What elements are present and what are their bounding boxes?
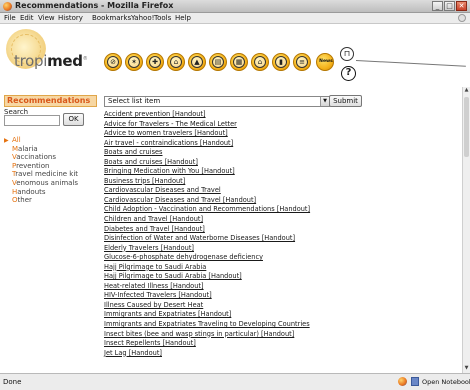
list-item[interactable]: Immigrants and Expatriates [Handout] <box>104 310 454 320</box>
lock-icon[interactable]: ⊓ <box>340 47 354 61</box>
list-item[interactable]: Cardiovascular Diseases and Travel <box>104 186 454 196</box>
status-bar: Done Open Notebook <box>0 373 470 390</box>
search-input[interactable] <box>4 115 60 126</box>
menubar: File Edit View History Bookmarks Yahoo! … <box>0 13 470 24</box>
close-button[interactable]: ✕ <box>456 1 467 11</box>
list-item[interactable]: Advice for Travelers - The Medical Lette… <box>104 120 454 130</box>
list-item[interactable]: Bringing Medication with You [Handout] <box>104 167 454 177</box>
notebook-icon[interactable] <box>411 377 419 386</box>
sidebar-item-vaccinations[interactable]: Vaccinations <box>4 153 99 162</box>
list-item-select[interactable]: Select list item ▼ <box>104 96 330 107</box>
list-item[interactable]: Advice to women travelers [Handout] <box>104 129 454 139</box>
menu-tools[interactable]: Tools <box>154 14 171 22</box>
window-titlebar: Recommendations - Mozilla Firefox _ □ ✕ <box>0 0 470 13</box>
sidebar-item-handouts[interactable]: Handouts <box>4 188 99 197</box>
map-icon[interactable]: ▦ <box>230 53 248 71</box>
list-item[interactable]: Air travel - contraindications [Handout] <box>104 139 454 149</box>
header-divider <box>355 60 466 67</box>
menu-help[interactable]: Help <box>175 14 191 22</box>
clinic-icon[interactable]: ⌂ <box>167 53 185 71</box>
list-item[interactable]: Business trips [Handout] <box>104 177 454 187</box>
vertical-scrollbar[interactable]: ▲ ▼ <box>462 87 470 373</box>
maximize-button[interactable]: □ <box>444 1 455 11</box>
sidebar-item-all[interactable]: ▶ All <box>4 136 99 145</box>
no-entry-icon[interactable]: ⊘ <box>104 53 122 71</box>
list-item[interactable]: Insect bites (bee and wasp stings in par… <box>104 330 454 340</box>
sidebar-heading: Recommendations <box>4 95 97 107</box>
sidebar: Recommendations Search OK ▶ All Malaria V… <box>0 93 100 373</box>
list-item[interactable]: Children and Travel [Handout] <box>104 215 454 225</box>
sidebar-item-venomous-animals[interactable]: Venomous animals <box>4 179 99 188</box>
list-item[interactable]: Boats and cruises <box>104 148 454 158</box>
list-item[interactable]: Hajj Pilgrimage to Saudi Arabia [Handout… <box>104 272 454 282</box>
sidebar-item-travel-medicine-kit[interactable]: Travel medicine kit <box>4 170 99 179</box>
list-item[interactable]: Boats and cruises [Handout] <box>104 158 454 168</box>
recommendation-list: Accident prevention [Handout] Advice for… <box>104 110 454 358</box>
menu-history[interactable]: History <box>58 14 83 22</box>
list-item[interactable]: Jet Lag [Handout] <box>104 349 454 359</box>
sidebar-item-other[interactable]: Other <box>4 196 99 205</box>
menu-view[interactable]: View <box>38 14 55 22</box>
first-aid-icon[interactable]: ✚ <box>146 53 164 71</box>
category-list: ▶ All Malaria Vaccinations Prevention Tra… <box>4 136 99 205</box>
tropimed-logo[interactable]: tropimed® <box>14 52 88 70</box>
submit-button[interactable]: Submit <box>329 95 362 107</box>
list-item[interactable]: Disinfection of Water and Waterborne Dis… <box>104 234 454 244</box>
open-notebook-button[interactable]: Open Notebook <box>422 378 470 386</box>
site-header: tropimed® ⊘ ✶ ✚ ⌂ ▲ ▤ ▦ ⌂ ▮ ≡ News ⊓ ? <box>0 25 466 87</box>
list-item[interactable]: Glucose-6-phosphate dehydrogenase defici… <box>104 253 454 263</box>
sidebar-item-prevention[interactable]: Prevention <box>4 162 99 171</box>
firefox-icon <box>3 2 12 11</box>
house-icon[interactable]: ⌂ <box>251 53 269 71</box>
notes-icon[interactable]: ≡ <box>293 53 311 71</box>
window-title: Recommendations - Mozilla Firefox <box>15 1 174 10</box>
list-item[interactable]: Illness Caused by Desert Heat <box>104 301 454 311</box>
sidebar-item-malaria[interactable]: Malaria <box>4 145 99 154</box>
minimize-button[interactable]: _ <box>432 1 443 11</box>
menu-edit[interactable]: Edit <box>20 14 34 22</box>
document-icon[interactable]: ▤ <box>209 53 227 71</box>
chevron-down-icon[interactable]: ▼ <box>320 97 329 106</box>
list-item[interactable]: Diabetes and Travel [Handout] <box>104 225 454 235</box>
help-icon[interactable]: ? <box>341 66 356 81</box>
menu-file[interactable]: File <box>4 14 16 22</box>
list-item[interactable]: HIV-Infected Travelers [Handout] <box>104 291 454 301</box>
list-item[interactable]: Cardiovascular Diseases and Travel [Hand… <box>104 196 454 206</box>
main-content: Select list item ▼ Submit Accident preve… <box>100 93 462 373</box>
scroll-thumb[interactable] <box>464 97 469 157</box>
phone-icon[interactable]: ▮ <box>272 53 290 71</box>
mountain-icon[interactable]: ▲ <box>188 53 206 71</box>
ok-button[interactable]: OK <box>63 113 84 126</box>
scroll-down-icon[interactable]: ▼ <box>463 365 470 373</box>
list-item[interactable]: Child Adoption - Vaccination and Recomme… <box>104 205 454 215</box>
news-button[interactable]: News <box>316 53 334 71</box>
list-item[interactable]: Hajj Pilgrimage to Saudi Arabia <box>104 263 454 273</box>
list-item[interactable]: Elderly Travelers [Handout] <box>104 244 454 254</box>
select-value: Select list item <box>108 97 161 105</box>
throbber-icon <box>458 14 466 22</box>
menu-bookmarks[interactable]: Bookmarks <box>92 14 131 22</box>
list-item[interactable]: Heat-related Illness [Handout] <box>104 282 454 292</box>
list-item[interactable]: Immigrants and Expatriates Traveling to … <box>104 320 454 330</box>
menu-yahoo[interactable]: Yahoo! <box>131 14 154 22</box>
insect-icon[interactable]: ✶ <box>125 53 143 71</box>
scroll-up-icon[interactable]: ▲ <box>463 87 470 95</box>
firefox-status-icon <box>398 377 407 386</box>
list-item[interactable]: Insect Repellents [Handout] <box>104 339 454 349</box>
status-text: Done <box>3 378 22 386</box>
list-item[interactable]: Accident prevention [Handout] <box>104 110 454 120</box>
